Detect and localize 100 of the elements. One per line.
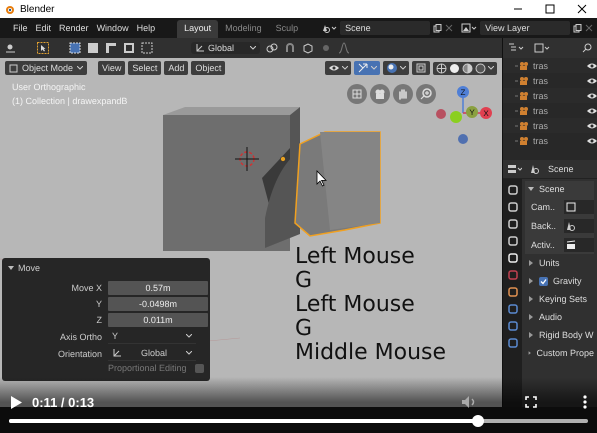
copy-icon[interactable] [433, 24, 442, 32]
expand-triangle-icon[interactable] [528, 278, 534, 284]
proportional-editing-checkbox[interactable] [194, 364, 204, 372]
panel-header[interactable]: Audio [539, 312, 562, 322]
link-icon[interactable] [266, 42, 278, 54]
orientation-dropdown[interactable]: Global [191, 42, 260, 54]
caret-icon [186, 334, 192, 338]
menu-item[interactable]: Window [96, 23, 129, 33]
number-field[interactable]: -0.0498m [108, 297, 208, 311]
datablock-field[interactable] [564, 238, 594, 252]
panel-header[interactable]: Gravity [553, 276, 582, 286]
workspace-tab[interactable]: Modeling [218, 20, 269, 38]
workspace-tab[interactable]: Sculp [268, 20, 306, 38]
axis-ortho-dropdown[interactable]: Y [108, 329, 196, 344]
more-options-icon[interactable] [583, 395, 587, 409]
outliner-item[interactable]: tras [533, 90, 583, 100]
menu-item[interactable]: Help [136, 23, 156, 33]
cube-icon[interactable] [302, 42, 314, 54]
outliner-item[interactable]: tras [533, 136, 583, 146]
expand-triangle-icon[interactable] [528, 296, 534, 302]
xray-icon[interactable] [415, 62, 427, 74]
menu-item[interactable]: File [13, 23, 28, 33]
collapse-triangle-icon[interactable] [8, 265, 14, 271]
caret-icon[interactable] [400, 66, 406, 70]
search-icon[interactable] [582, 43, 592, 53]
collapse-triangle-icon[interactable] [528, 186, 534, 192]
volume-icon[interactable] [461, 395, 477, 409]
grid-icon[interactable] [347, 84, 367, 104]
panel-title: Scene [539, 184, 565, 194]
datablock-field[interactable] [564, 218, 594, 232]
outliner-item[interactable]: tras [533, 106, 583, 116]
material-shading-icon[interactable] [462, 62, 473, 74]
caret-icon[interactable] [371, 66, 377, 70]
panel-header[interactable]: Rigid Body W [539, 330, 594, 340]
panel-header[interactable]: Keying Sets [539, 294, 588, 304]
number-field[interactable]: 0.57m [108, 281, 208, 295]
rendered-shading-icon[interactable] [475, 62, 486, 74]
menu-item[interactable]: Edit [36, 23, 52, 33]
select-intersect-icon[interactable] [141, 42, 153, 54]
eye-icon[interactable] [587, 122, 597, 130]
select-extend-icon[interactable] [87, 42, 99, 54]
orientation-dropdown[interactable]: Global [108, 346, 196, 361]
header-menu[interactable]: Object [191, 61, 226, 75]
eye-icon[interactable] [587, 62, 597, 70]
hand-icon[interactable] [393, 84, 413, 104]
select-cursor-icon[interactable] [37, 42, 49, 54]
overlay-circles-icon[interactable] [386, 62, 398, 74]
outliner-item[interactable]: tras [533, 60, 583, 70]
scene-field[interactable]: Scene [340, 21, 430, 35]
caret-icon[interactable] [342, 66, 348, 70]
3d-cursor-icon [234, 146, 260, 172]
field-label: Activ.. [531, 240, 555, 250]
outliner-item[interactable]: tras [533, 120, 583, 130]
expand-triangle-icon[interactable] [528, 350, 532, 356]
eye-icon[interactable] [587, 92, 597, 100]
caret-icon[interactable] [488, 66, 494, 70]
play-icon[interactable] [10, 396, 22, 408]
copy-icon[interactable] [573, 24, 582, 32]
caret-icon [186, 351, 192, 355]
workspace-tab[interactable]: Layout [177, 20, 218, 38]
solid-shading-icon[interactable] [449, 62, 460, 74]
section-checkbox[interactable] [539, 276, 548, 286]
video-time: 0:11 / 0:13 [32, 394, 94, 410]
eye-icon[interactable] [587, 106, 597, 114]
view-layer-field[interactable]: View Layer [480, 21, 570, 35]
falloff-curve-icon[interactable] [338, 42, 350, 54]
select-box-icon[interactable] [69, 42, 81, 54]
camera-object-icon [515, 120, 529, 130]
datablock-icon [566, 202, 576, 212]
select-invert-icon[interactable] [123, 42, 135, 54]
header-menu[interactable]: View [98, 61, 126, 75]
magnet-icon[interactable] [284, 42, 296, 54]
mode-dropdown[interactable]: Object Mode [5, 61, 88, 75]
number-field[interactable]: 0.011m [108, 313, 208, 327]
wireframe-shading-icon[interactable] [436, 62, 447, 74]
field-label: Y [94, 299, 102, 309]
outliner-item[interactable]: tras [533, 76, 583, 86]
expand-triangle-icon[interactable] [528, 260, 534, 266]
eye-icon[interactable] [587, 76, 597, 84]
editor-type-icon[interactable] [508, 164, 522, 174]
menu-item[interactable]: Render [59, 23, 89, 33]
expand-triangle-icon[interactable] [528, 332, 534, 338]
close-icon[interactable] [577, 4, 587, 14]
maximize-icon[interactable] [545, 4, 555, 14]
expand-triangle-icon[interactable] [528, 314, 534, 320]
panel-header[interactable]: Custom Prope [536, 348, 594, 358]
eye-icon[interactable] [587, 136, 597, 144]
pivot-icon[interactable] [5, 42, 17, 54]
key-press-label: Left Mouse [295, 245, 415, 269]
camera-icon[interactable] [370, 84, 390, 104]
axis-gizmo[interactable]: Z Y X [436, 86, 492, 144]
filter-icon[interactable] [534, 43, 550, 53]
panel-header[interactable]: Units [539, 258, 560, 268]
zoom-icon[interactable] [416, 84, 436, 104]
header-menu[interactable]: Select [128, 61, 162, 75]
outliner-display-icon[interactable] [508, 43, 524, 53]
gizmo-arrows-icon[interactable] [357, 62, 369, 74]
header-menu[interactable]: Add [164, 61, 188, 75]
fullscreen-icon[interactable] [525, 396, 537, 408]
datablock-field[interactable] [564, 200, 594, 214]
